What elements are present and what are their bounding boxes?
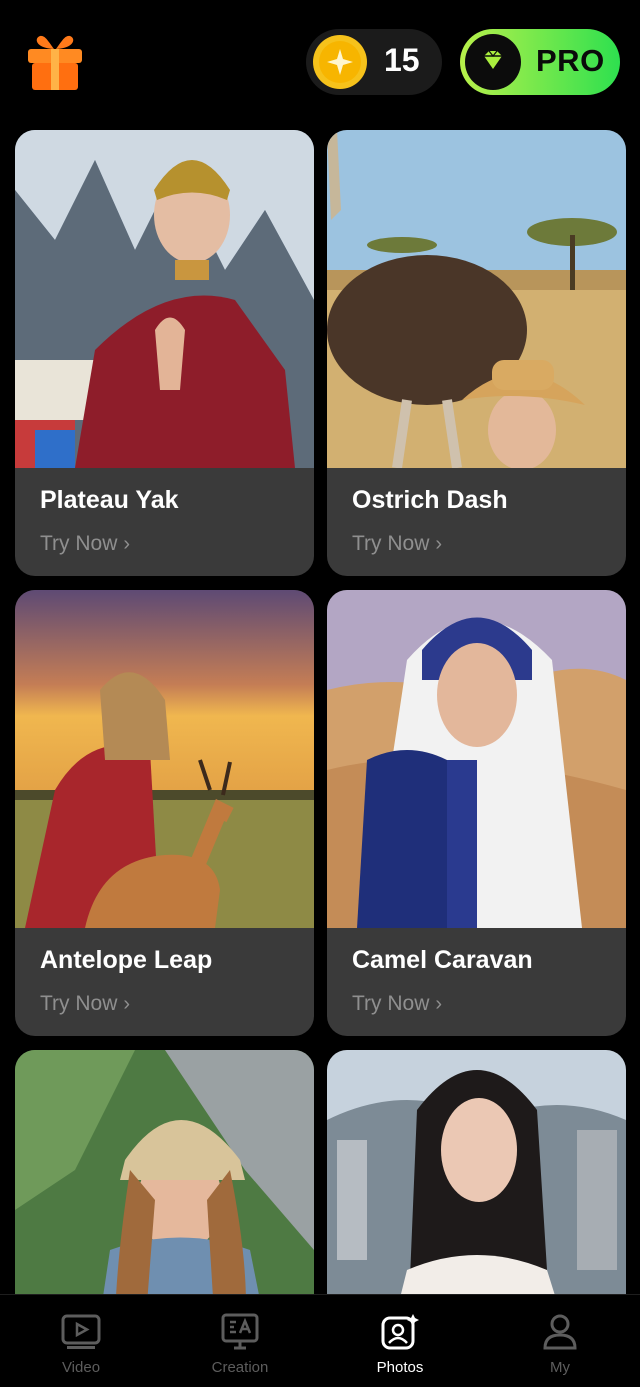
template-title: Ostrich Dash — [352, 486, 508, 514]
diamond-icon — [465, 34, 521, 90]
template-title: Antelope Leap — [40, 946, 213, 974]
try-now-link[interactable]: Try Now › — [352, 992, 442, 1016]
try-now-link[interactable]: Try Now › — [352, 532, 442, 556]
template-image — [327, 130, 626, 468]
nav-label: Creation — [211, 1359, 269, 1376]
nav-photos[interactable]: Photos — [350, 1313, 450, 1376]
top-bar: 15 PRO — [0, 0, 640, 124]
template-title: Plateau Yak — [40, 486, 179, 514]
chevron-right-icon: › — [123, 993, 131, 1015]
template-image — [15, 590, 314, 928]
coin-balance[interactable]: 15 — [306, 29, 442, 95]
coin-icon — [312, 34, 368, 90]
nav-label: Video — [61, 1359, 101, 1376]
nav-my[interactable]: My — [510, 1313, 610, 1376]
template-image — [15, 130, 314, 468]
template-card[interactable] — [327, 1050, 626, 1294]
template-grid: Plateau Yak Try Now › Ostrich Dash Try No… — [0, 130, 640, 1294]
template-card[interactable]: Camel Caravan Try Now › — [327, 590, 626, 1036]
nav-creation[interactable]: Creation — [190, 1313, 290, 1376]
template-card[interactable]: Antelope Leap Try Now › — [15, 590, 314, 1036]
video-icon — [61, 1314, 101, 1349]
template-card[interactable] — [15, 1050, 314, 1294]
nav-label: My — [550, 1359, 570, 1376]
pro-button[interactable]: PRO — [460, 29, 620, 95]
gift-icon[interactable] — [26, 32, 84, 92]
chevron-right-icon: › — [123, 533, 131, 555]
template-card[interactable]: Plateau Yak Try Now › — [15, 130, 314, 576]
nav-video[interactable]: Video — [31, 1313, 131, 1376]
template-card[interactable]: Ostrich Dash Try Now › — [327, 130, 626, 576]
bottom-nav: Video Creation Photos My — [0, 1294, 640, 1387]
photos-icon — [381, 1314, 419, 1350]
try-now-link[interactable]: Try Now › — [40, 992, 130, 1016]
creation-icon — [221, 1313, 259, 1350]
coin-count: 15 — [384, 42, 420, 78]
template-image — [327, 1050, 626, 1294]
template-title: Camel Caravan — [352, 946, 533, 974]
profile-icon — [543, 1314, 577, 1350]
pro-label: PRO — [536, 43, 605, 78]
chevron-right-icon: › — [435, 533, 443, 555]
chevron-right-icon: › — [435, 993, 443, 1015]
nav-label: Photos — [376, 1359, 424, 1376]
template-image — [15, 1050, 314, 1294]
template-image — [327, 590, 626, 928]
try-now-link[interactable]: Try Now › — [40, 532, 130, 556]
